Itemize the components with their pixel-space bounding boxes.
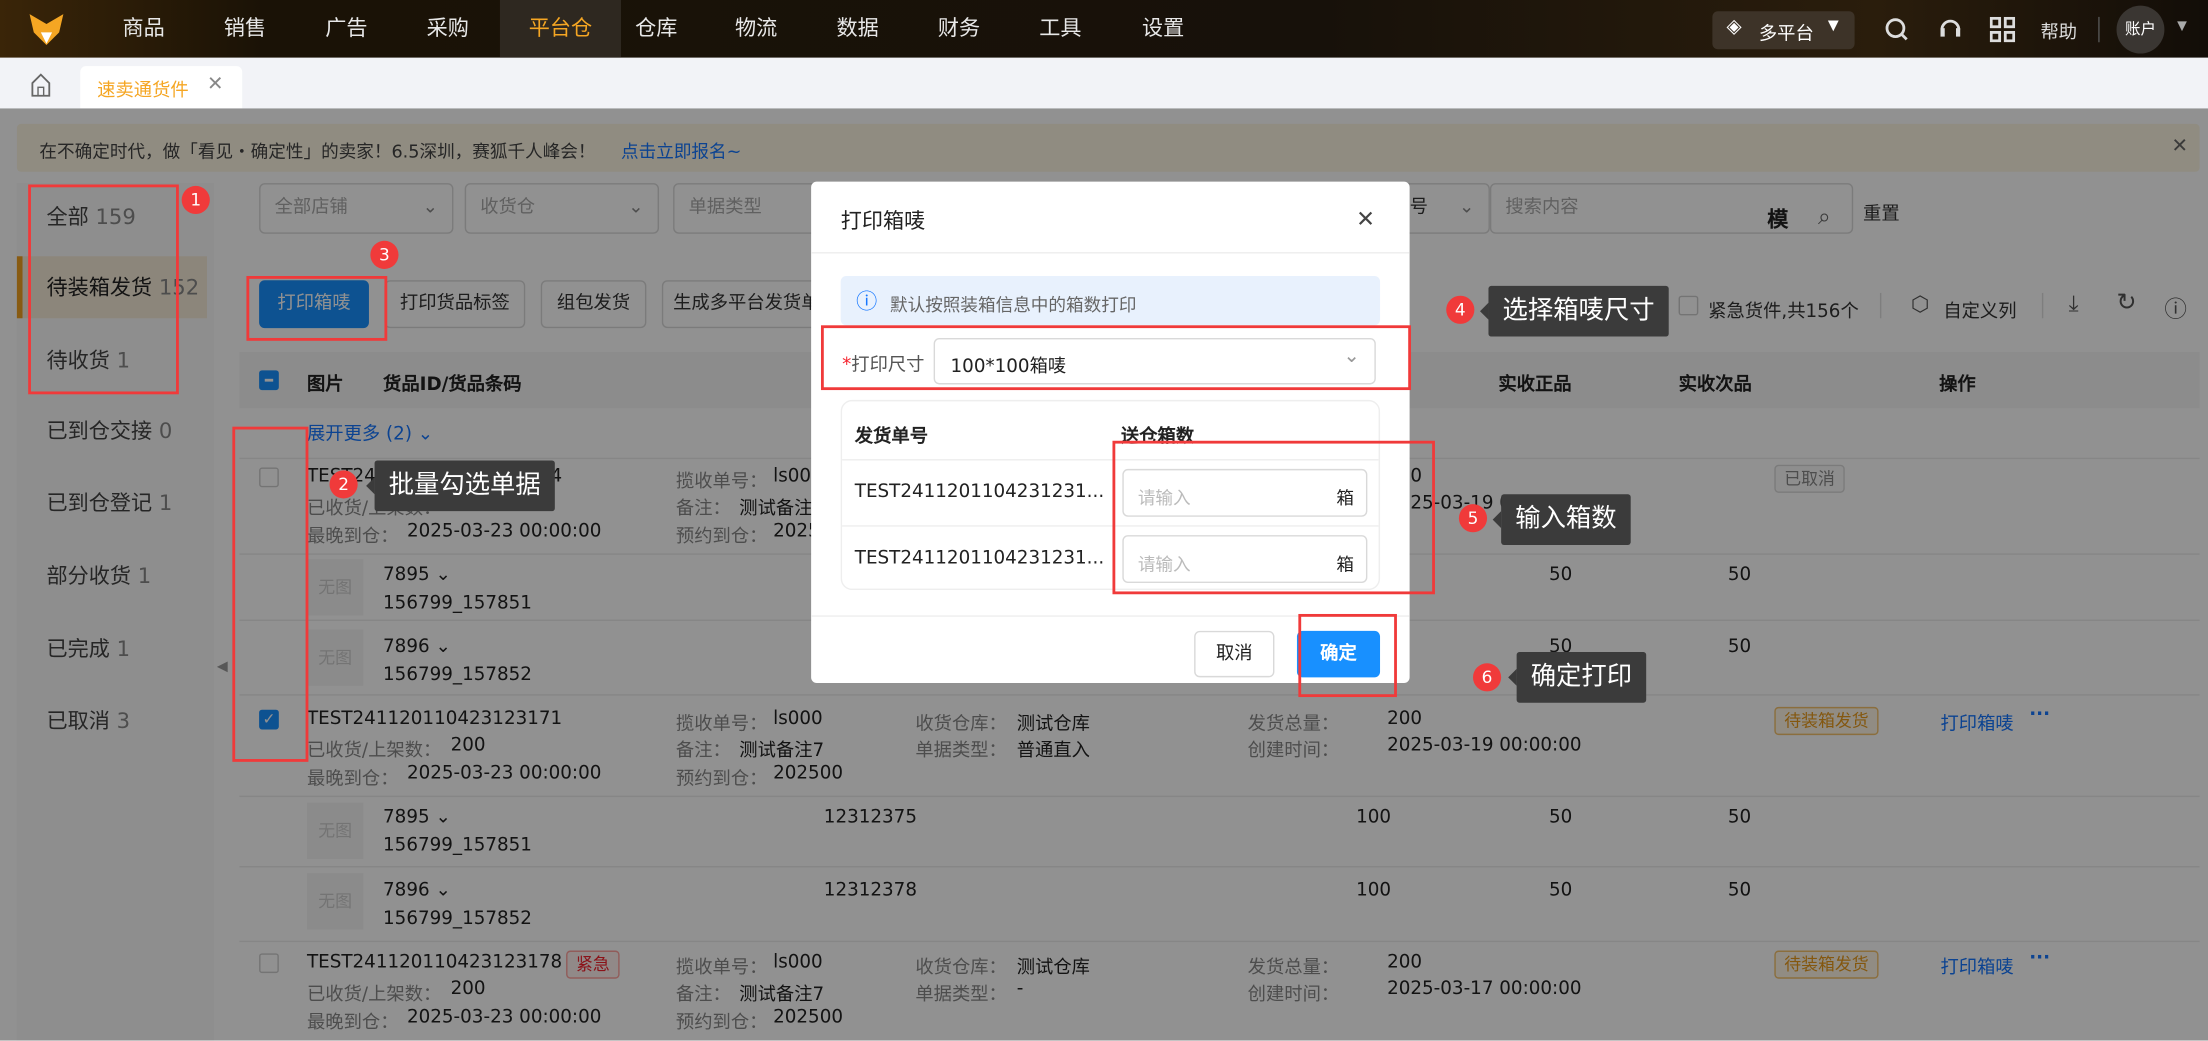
nav-item-finance[interactable]: 财务 <box>928 0 990 58</box>
dialog-title: 打印箱唛 <box>840 208 926 234</box>
layers-icon: ◈ <box>1726 15 1742 39</box>
print-box-label-dialog: 打印箱唛 ✕ ⓘ 默认按照装箱信息中的箱数打印 *打印尺寸 100*100箱唛 … <box>811 181 1410 683</box>
annotation-tooltip-select-size: 选择箱唛尺寸 <box>1480 285 1669 337</box>
platform-label: 多平台 <box>1758 23 1814 46</box>
divider <box>2098 16 2100 43</box>
nav-item-logistics[interactable]: 物流 <box>725 0 787 58</box>
info-icon: ⓘ <box>856 288 878 315</box>
avatar[interactable]: 账户 <box>2116 5 2165 54</box>
annotation-box-print-button <box>246 276 388 341</box>
nav-item-warehouse[interactable]: 仓库 <box>625 0 687 58</box>
close-tab-icon[interactable]: ✕ <box>207 73 224 96</box>
annotation-box-inputs <box>1112 440 1435 595</box>
shipment-no: TEST2411201104231231... <box>854 481 1105 503</box>
annotation-box-checkboxes <box>232 426 309 762</box>
fox-logo-icon[interactable] <box>28 13 65 47</box>
annotation-tooltip-confirm-print: 确定打印 <box>1508 651 1647 703</box>
annotation-box-confirm <box>1298 613 1397 698</box>
step-badge-3: 3 <box>370 240 399 269</box>
step-badge-4: 4 <box>1446 295 1475 324</box>
nav-item-settings[interactable]: 设置 <box>1132 0 1194 58</box>
shipment-no: TEST2411201104231231... <box>854 547 1105 569</box>
nav-item-data[interactable]: 数据 <box>827 0 889 58</box>
step-badge-2: 2 <box>329 470 358 499</box>
annotation-box-status-tabs <box>28 184 179 395</box>
tab-aliexpress-shipments[interactable]: 速卖通货件 ✕ <box>80 66 243 109</box>
close-icon[interactable]: ✕ <box>1356 206 1375 233</box>
nav-item-platform-warehouse[interactable]: 平台仓 <box>499 0 622 58</box>
home-icon[interactable] <box>30 73 53 97</box>
annotation-tooltip-batch-select: 批量勾选单据 <box>366 460 555 512</box>
nav-item-sales[interactable]: 销售 <box>214 0 276 58</box>
tab-bar: 速卖通货件 ✕ <box>0 57 2208 109</box>
step-badge-5: 5 <box>1458 504 1488 533</box>
annotation-tooltip-enter-boxes: 输入箱数 <box>1492 494 1631 545</box>
account-caret-icon[interactable]: ▼ <box>2177 20 2187 34</box>
info-alert: ⓘ 默认按照装箱信息中的箱数打印 <box>840 276 1381 326</box>
help-link[interactable]: 帮助 <box>2040 17 2077 44</box>
apps-grid-icon[interactable] <box>1989 16 2016 43</box>
divider <box>811 252 1410 254</box>
nav-item-ads[interactable]: 广告 <box>315 0 377 58</box>
info-text: 默认按照装箱信息中的箱数打印 <box>889 294 1137 316</box>
column-header-shipment-no: 发货单号 <box>854 426 929 448</box>
cancel-button[interactable]: 取消 <box>1194 630 1275 678</box>
nav-item-products[interactable]: 商品 <box>113 0 175 58</box>
search-icon[interactable] <box>1884 17 1909 42</box>
nav-item-tools[interactable]: 工具 <box>1029 0 1091 58</box>
step-badge-6: 6 <box>1472 663 1502 692</box>
step-badge-1: 1 <box>181 185 210 215</box>
tab-label: 速卖通货件 <box>97 80 189 102</box>
annotation-box-size <box>820 325 1412 391</box>
caret-down-icon: ▼ <box>1827 18 1839 34</box>
nav-item-purchase[interactable]: 采购 <box>417 0 479 58</box>
top-nav: 商品 销售 广告 采购 平台仓 仓库 物流 数据 财务 工具 设置 ◈ 多平台 … <box>0 0 2208 58</box>
headset-icon[interactable] <box>1938 15 1963 43</box>
platform-switcher[interactable]: ◈ 多平台 ▼ <box>1712 11 1855 50</box>
